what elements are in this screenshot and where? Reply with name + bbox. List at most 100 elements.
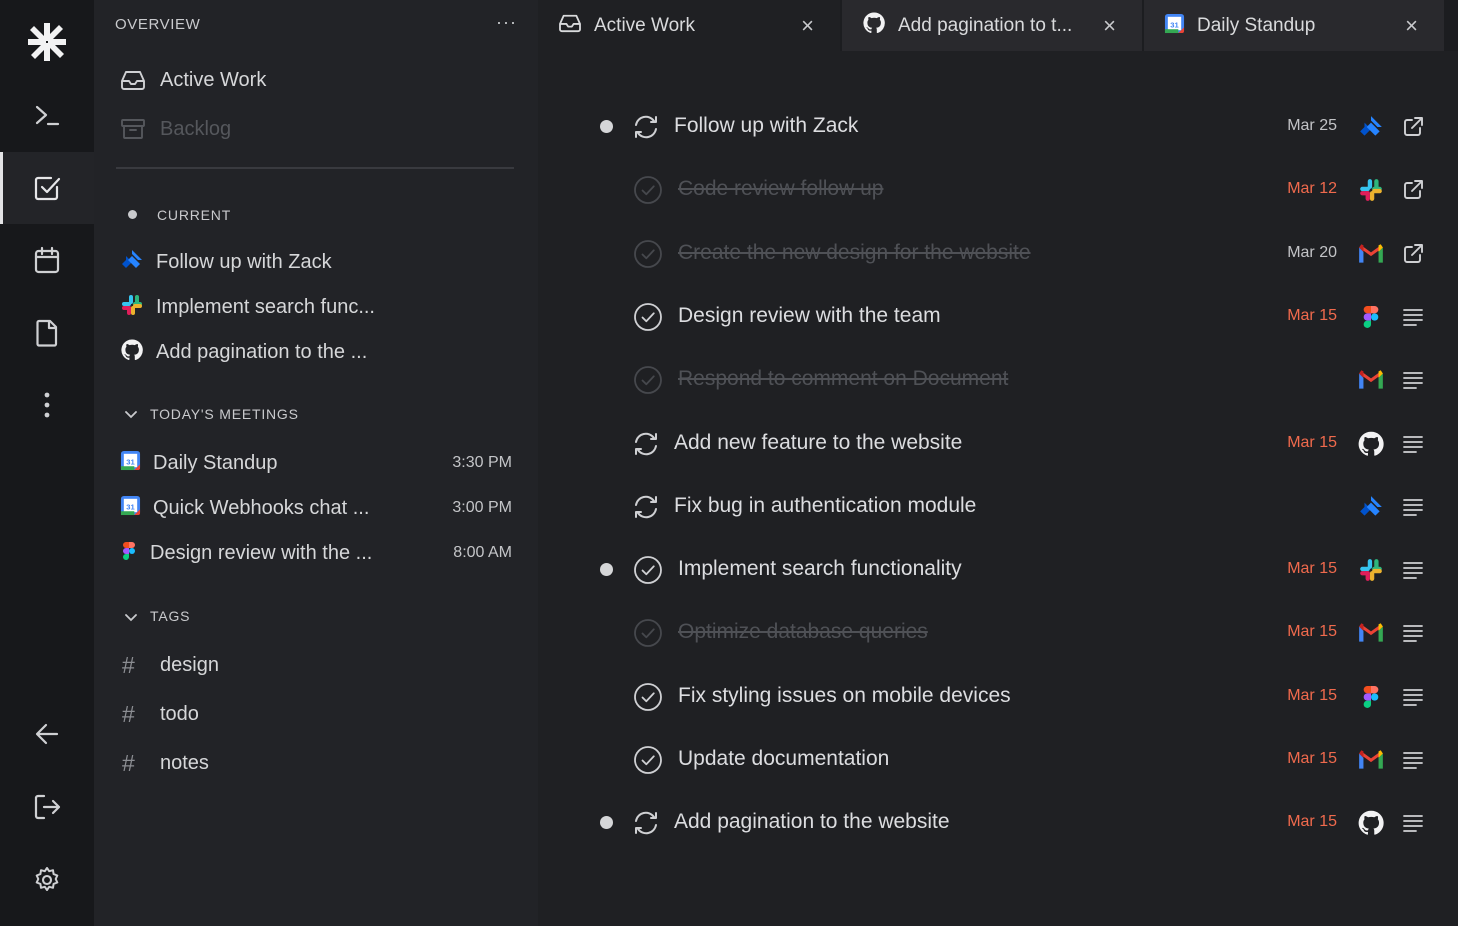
notes-icon[interactable] <box>1401 495 1425 519</box>
notes-icon[interactable] <box>1401 811 1425 835</box>
notes-icon[interactable] <box>1401 621 1425 645</box>
jira-icon <box>120 248 144 277</box>
check-circle-icon[interactable] <box>633 683 663 717</box>
back-button[interactable] <box>0 698 94 770</box>
nav-label: Active Work <box>160 68 267 91</box>
sync-icon[interactable] <box>631 809 661 842</box>
tab-add-pagination[interactable]: Add pagination to t... × <box>842 0 1142 51</box>
overview-heading: OVERVIEW <box>115 16 201 33</box>
task-row[interactable]: Implement search functionality Mar 15 <box>538 548 1458 592</box>
tab-label: Active Work <box>594 14 696 36</box>
task-row[interactable]: Respond to comment on Document <box>538 358 1458 402</box>
check-circle-icon[interactable] <box>633 240 663 274</box>
task-row[interactable]: Design review with the team Mar 15 <box>538 295 1458 339</box>
check-circle-icon[interactable] <box>633 746 663 780</box>
figma-icon <box>1357 683 1385 711</box>
tags-collapse-toggle[interactable] <box>124 610 138 628</box>
task-row[interactable]: Code review follow up Mar 12 <box>538 168 1458 212</box>
close-icon[interactable]: × <box>801 13 814 39</box>
tag-item[interactable]: # todo <box>122 699 199 729</box>
close-icon[interactable]: × <box>1103 13 1116 39</box>
tasks-button[interactable] <box>0 152 94 224</box>
external-link-icon[interactable] <box>1401 115 1425 139</box>
sync-icon[interactable] <box>631 493 661 526</box>
settings-button[interactable] <box>0 844 94 916</box>
nav-backlog[interactable]: Backlog <box>120 114 231 144</box>
task-due-date: Mar 12 <box>1287 180 1337 197</box>
task-row[interactable]: Optimize database queries Mar 15 <box>538 611 1458 655</box>
logout-button[interactable] <box>0 771 94 843</box>
task-title: Follow up with Zack <box>674 114 859 137</box>
task-row[interactable]: Add pagination to the website Mar 15 <box>538 801 1458 845</box>
task-due-date: Mar 15 <box>1287 434 1337 451</box>
task-row[interactable]: Fix styling issues on mobile devices Mar … <box>538 675 1458 719</box>
check-circle-icon[interactable] <box>633 303 663 337</box>
current-indicator-dot <box>600 816 613 829</box>
gmail-icon <box>1357 746 1385 774</box>
figma-icon <box>120 541 138 565</box>
google-calendar-icon: 31 <box>1164 13 1185 39</box>
overview-more-button[interactable]: ··· <box>496 12 517 33</box>
more-button[interactable] <box>0 369 94 441</box>
check-circle-icon[interactable] <box>633 176 663 210</box>
github-icon <box>120 338 144 367</box>
notes-icon[interactable] <box>1401 748 1425 772</box>
task-due-date: Mar 15 <box>1287 623 1337 640</box>
tag-item[interactable]: # design <box>122 650 219 680</box>
current-item-label: Add pagination to the ... <box>156 340 368 363</box>
current-item-label: Implement search func... <box>156 295 375 318</box>
notes-icon[interactable] <box>1401 432 1425 456</box>
tag-item[interactable]: # notes <box>122 748 209 778</box>
tags-heading: TAGS <box>150 608 191 624</box>
current-item[interactable]: Follow up with Zack <box>120 247 512 277</box>
check-circle-icon[interactable] <box>633 366 663 400</box>
notes-icon[interactable] <box>1401 558 1425 582</box>
task-row[interactable]: Create the new design for the website Mar… <box>538 232 1458 276</box>
task-row[interactable]: Follow up with Zack Mar 25 <box>538 105 1458 149</box>
current-dot-icon <box>128 210 137 219</box>
figma-icon <box>1357 303 1385 331</box>
meeting-time: 3:00 PM <box>452 499 512 516</box>
check-circle-icon[interactable] <box>633 619 663 653</box>
meeting-time: 3:30 PM <box>452 454 512 471</box>
check-circle-icon[interactable] <box>633 556 663 590</box>
task-row[interactable]: Fix bug in authentication module <box>538 485 1458 529</box>
meeting-item[interactable]: 31 Daily Standup 3:30 PM <box>120 448 512 478</box>
notes-icon[interactable] <box>1401 305 1425 329</box>
sync-icon[interactable] <box>631 430 661 463</box>
documents-button[interactable] <box>0 297 94 369</box>
task-title: Fix bug in authentication module <box>674 494 977 517</box>
current-item[interactable]: Implement search func... <box>120 292 512 322</box>
svg-text:31: 31 <box>126 502 135 511</box>
meeting-label: Daily Standup <box>153 451 278 474</box>
notes-icon[interactable] <box>1401 368 1425 392</box>
task-row[interactable]: Update documentation Mar 15 <box>538 738 1458 782</box>
external-link-icon[interactable] <box>1401 242 1425 266</box>
meeting-item[interactable]: Design review with the ... 8:00 AM <box>120 538 512 568</box>
current-item[interactable]: Add pagination to the ... <box>120 337 512 367</box>
meetings-collapse-toggle[interactable] <box>124 407 138 425</box>
logout-icon <box>34 794 61 820</box>
gmail-icon <box>1357 366 1385 394</box>
task-title: Create the new design for the website <box>678 241 1031 264</box>
notes-icon[interactable] <box>1401 685 1425 709</box>
app-logo[interactable] <box>0 6 94 78</box>
hashtag-icon: # <box>122 749 135 776</box>
more-vertical-icon <box>44 392 50 418</box>
logo-icon <box>28 23 66 61</box>
close-icon[interactable]: × <box>1405 13 1418 39</box>
check-square-icon <box>34 176 61 201</box>
calendar-button[interactable] <box>0 224 94 296</box>
sync-icon[interactable] <box>631 113 661 146</box>
terminal-button[interactable] <box>0 79 94 151</box>
task-list: Follow up with Zack Mar 25 Code review fo… <box>538 51 1458 926</box>
nav-active-work[interactable]: Active Work <box>120 65 266 95</box>
tab-active-work[interactable]: Active Work × <box>538 0 840 51</box>
sidebar-divider <box>116 167 514 169</box>
task-row[interactable]: Add new feature to the website Mar 15 <box>538 422 1458 466</box>
tab-daily-standup[interactable]: 31 Daily Standup × <box>1144 0 1444 51</box>
task-due-date: Mar 15 <box>1287 307 1337 324</box>
external-link-icon[interactable] <box>1401 178 1425 202</box>
meeting-item[interactable]: 31 Quick Webhooks chat ... 3:00 PM <box>120 493 512 523</box>
task-title: Update documentation <box>678 747 890 770</box>
